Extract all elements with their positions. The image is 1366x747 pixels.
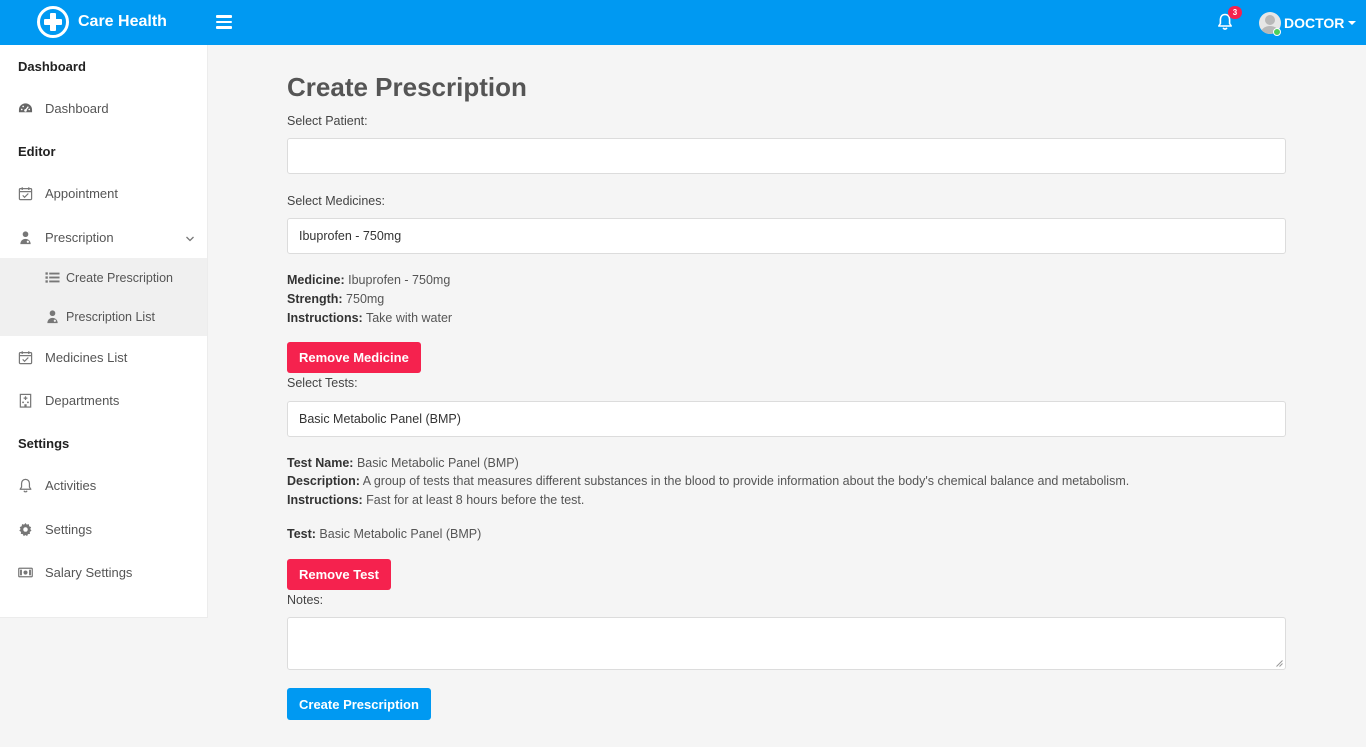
sidebar-item-activities[interactable]: Activities	[0, 465, 207, 505]
sidebar-item-label: Settings	[45, 521, 92, 537]
instructions-key: Instructions:	[287, 311, 363, 325]
gear-icon	[18, 522, 33, 537]
notes-label: Notes:	[287, 593, 324, 607]
test-name-line: Test Name: Basic Metabolic Panel (BMP)	[287, 456, 519, 470]
strength-key: Strength:	[287, 292, 343, 306]
page-title: Create Prescription	[287, 72, 527, 102]
test-name-key: Test Name:	[287, 456, 354, 470]
test-summary-key: Test:	[287, 527, 316, 541]
bell-icon	[18, 478, 33, 493]
sidebar-item-label: Activities	[45, 477, 97, 493]
prescription-submenu: Create Prescription Prescription List	[0, 258, 207, 336]
medicines-label: Select Medicines:	[287, 194, 385, 208]
caret-down-icon	[1348, 21, 1357, 25]
sidebar-item-medicines-list[interactable]: Medicines List	[0, 337, 207, 377]
brand-name: Care Health	[78, 13, 167, 30]
sidebar-item-settings[interactable]: Settings	[0, 509, 207, 549]
medicine-instructions-line: Instructions: Take with water	[287, 311, 452, 325]
sidebar-section-dashboard: Dashboard	[18, 59, 86, 74]
top-navbar: Care Health 3 DOCTOR	[0, 0, 1366, 45]
test-description-line: Description: A group of tests that measu…	[287, 474, 1129, 488]
user-doctor-icon	[18, 230, 33, 245]
sidebar-item-label: Prescription	[45, 229, 114, 245]
sidebar-section-editor: Editor	[18, 144, 56, 159]
test-description-key: Description:	[287, 474, 360, 488]
remove-test-button[interactable]: Remove Test	[287, 559, 391, 590]
test-select[interactable]: Basic Metabolic Panel (BMP)	[287, 401, 1286, 437]
patient-label: Select Patient:	[287, 114, 368, 128]
medicine-select[interactable]: Ibuprofen - 750mg	[287, 218, 1286, 254]
resize-handle-icon[interactable]	[1275, 659, 1283, 667]
test-instructions-line: Instructions: Fast for at least 8 hours …	[287, 493, 584, 507]
sidebar-item-prescription[interactable]: Prescription	[0, 217, 207, 257]
notification-count-badge: 3	[1228, 6, 1242, 19]
test-instructions-key: Instructions:	[287, 493, 363, 507]
test-description-value: A group of tests that measures different…	[359, 474, 1130, 488]
sidebar-item-label: Dashboard	[45, 100, 109, 116]
sidebar-item-label: Prescription List	[66, 309, 155, 324]
calendar-check-icon	[18, 350, 33, 365]
sidebar-section-settings: Settings	[18, 436, 70, 451]
money-bill-icon	[18, 565, 33, 580]
dashboard-gauge-icon	[18, 101, 33, 116]
patient-select[interactable]	[287, 138, 1286, 174]
notes-textarea[interactable]	[287, 617, 1286, 670]
calendar-check-icon	[18, 186, 33, 201]
sidebar-item-label: Departments	[45, 392, 120, 408]
hospital-building-icon	[18, 393, 33, 408]
remove-medicine-button[interactable]: Remove Medicine	[287, 342, 421, 373]
strength-value: 750mg	[342, 292, 385, 306]
medical-cross-logo-icon	[37, 6, 69, 38]
create-prescription-button[interactable]: Create Prescription	[287, 688, 431, 720]
test-instructions-value: Fast for at least 8 hours before the tes…	[362, 493, 585, 507]
online-status-dot	[1273, 28, 1281, 36]
menu-toggle-icon[interactable]	[216, 15, 232, 29]
sidebar-item-departments[interactable]: Departments	[0, 380, 207, 420]
sidebar-item-appointment[interactable]: Appointment	[0, 173, 207, 213]
user-doctor-icon	[45, 309, 60, 324]
medicine-strength-line: Strength: 750mg	[287, 292, 384, 306]
list-icon	[45, 270, 60, 285]
sidebar-item-prescription-list[interactable]: Prescription List	[0, 297, 207, 336]
tests-label: Select Tests:	[287, 376, 358, 390]
sidebar-item-label: Create Prescription	[66, 270, 173, 285]
sidebar-item-salary-settings[interactable]: Salary Settings	[0, 552, 207, 592]
sidebar-item-label: Medicines List	[45, 349, 128, 365]
chevron-down-icon	[185, 232, 195, 242]
medicine-value: Ibuprofen - 750mg	[344, 273, 451, 287]
test-summary-line: Test: Basic Metabolic Panel (BMP)	[287, 527, 481, 541]
medicine-key: Medicine:	[287, 273, 345, 287]
medicine-name-line: Medicine: Ibuprofen - 750mg	[287, 273, 450, 287]
test-name-value: Basic Metabolic Panel (BMP)	[353, 456, 519, 470]
sidebar-item-label: Salary Settings	[45, 564, 133, 580]
sidebar: Dashboard Dashboard Editor Appointment P…	[0, 45, 208, 618]
sidebar-item-dashboard[interactable]: Dashboard	[0, 88, 207, 128]
test-summary-value: Basic Metabolic Panel (BMP)	[315, 527, 482, 541]
instructions-value: Take with water	[362, 311, 453, 325]
sidebar-item-create-prescription[interactable]: Create Prescription	[0, 258, 207, 297]
sidebar-item-label: Appointment	[45, 185, 118, 201]
user-role-label: DOCTOR	[1284, 15, 1345, 31]
brand[interactable]: Care Health	[37, 6, 167, 38]
